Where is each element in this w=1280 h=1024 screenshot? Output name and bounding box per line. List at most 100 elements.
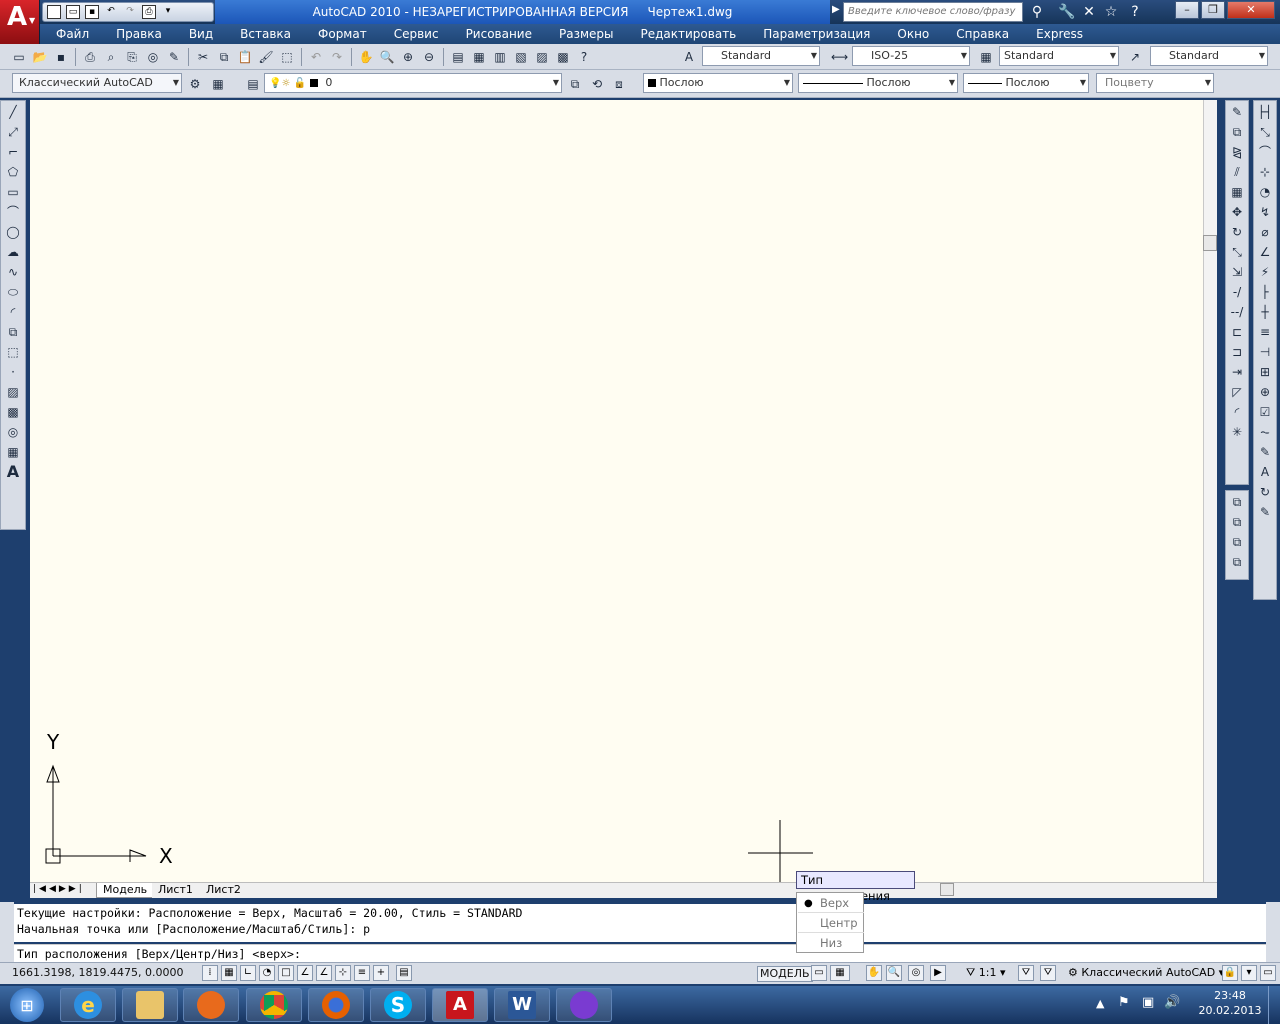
layer-states-icon[interactable]: ⧈ (610, 75, 628, 93)
layer-select[interactable]: 💡☼ 🔓 0 ▼ (264, 73, 562, 93)
annotation-visibility-icon[interactable]: ⛛ (1018, 965, 1034, 981)
polyline-icon[interactable]: ⌐ (4, 143, 22, 161)
color-control-select[interactable]: Послою ▼ (643, 73, 793, 93)
snap-mode-icon[interactable]: ⁞ (202, 965, 218, 981)
taskbar-media-player[interactable] (183, 988, 239, 1022)
selection-cycling-icon[interactable]: ▤ (396, 965, 412, 981)
dimension-update-icon[interactable]: ↻ (1256, 483, 1274, 501)
help-icon[interactable]: ? (575, 48, 593, 66)
taskbar-skype[interactable]: S (370, 988, 426, 1022)
ellipse-icon[interactable]: ⬭ (4, 283, 22, 301)
pan-icon[interactable]: ✋ (357, 48, 375, 66)
menu-dimension[interactable]: Размеры (543, 27, 625, 41)
region-icon[interactable]: ◎ (4, 423, 22, 441)
menu-view[interactable]: Вид (173, 27, 224, 41)
break-at-point-icon[interactable]: ⊏ (1228, 323, 1246, 341)
command-window-scrollbar[interactable] (1266, 902, 1280, 964)
menu-insert[interactable]: Вставка (224, 27, 302, 41)
plot-preview-icon[interactable]: ⌕ (102, 48, 120, 66)
spline-icon[interactable]: ∿ (4, 263, 22, 281)
table-icon[interactable]: ▦ (4, 443, 22, 461)
block-editor-icon[interactable]: ⬚ (278, 48, 296, 66)
open-file-icon[interactable]: ▭ (66, 5, 80, 19)
status-tray-menu-icon[interactable]: ▾ (1241, 965, 1257, 981)
model-space-button[interactable]: МОДЕЛЬ (757, 966, 813, 982)
show-desktop-button[interactable] (1268, 986, 1280, 1024)
dynamic-input-icon[interactable]: ⊹ (335, 965, 351, 981)
ellipse-arc-icon[interactable]: ◜ (4, 303, 22, 321)
zoom-window-icon[interactable]: ⊕ (399, 48, 417, 66)
dimension-style-select[interactable]: ISO-25 ▼ (852, 46, 970, 66)
minimize-button[interactable]: – (1175, 1, 1199, 19)
radius-icon[interactable]: ◔ (1256, 183, 1274, 201)
ortho-mode-icon[interactable]: ∟ (240, 965, 256, 981)
insert-block-icon[interactable]: ⧉ (4, 323, 22, 341)
zoom-previous-icon[interactable]: ⊖ (420, 48, 438, 66)
revision-cloud-icon[interactable]: ☁ (4, 243, 22, 261)
copy-icon[interactable]: ⧉ (215, 48, 233, 66)
make-block-icon[interactable]: ⬚ (4, 343, 22, 361)
pan-icon[interactable]: ✋ (866, 965, 882, 981)
publish-icon[interactable]: ⎘ (123, 48, 141, 66)
layer-properties-icon[interactable]: ▤ (244, 75, 262, 93)
array-icon[interactable]: ▦ (1228, 183, 1246, 201)
taskbar-word[interactable]: W (494, 988, 550, 1022)
option-top[interactable]: ● Верх (798, 894, 864, 913)
bring-to-front-icon[interactable]: ⧉ (1228, 493, 1246, 511)
erase-icon[interactable]: ✎ (1228, 103, 1246, 121)
workspace-select[interactable]: Классический AutoCAD ▼ (12, 73, 182, 93)
multileader-style-icon[interactable]: ↗ (1126, 48, 1144, 66)
taskbar-chrome[interactable] (246, 988, 302, 1022)
option-center[interactable]: Центр (798, 914, 864, 933)
circle-icon[interactable]: ◯ (4, 223, 22, 241)
quick-dimension-icon[interactable]: ⚡ (1256, 263, 1274, 281)
close-button[interactable]: ✕ (1227, 1, 1275, 19)
gradient-icon[interactable]: ▩ (4, 403, 22, 421)
search-expand-icon[interactable]: ▶ (832, 4, 840, 15)
search-input[interactable]: Введите ключевое слово/фразу (843, 2, 1023, 22)
menu-parametric[interactable]: Параметризация (747, 27, 881, 41)
workspace-settings-icon[interactable]: ⚙ (186, 75, 204, 93)
line-icon[interactable]: ╱ (4, 103, 22, 121)
multileader-style-select[interactable]: Standard ▼ (1150, 46, 1268, 66)
start-button[interactable]: ⊞ (4, 986, 50, 1024)
fillet-icon[interactable]: ◜ (1228, 403, 1246, 421)
match-properties-icon[interactable]: 🖌 (257, 48, 275, 66)
command-window-grip[interactable] (0, 902, 14, 964)
break-icon[interactable]: ⊐ (1228, 343, 1246, 361)
send-to-back-icon[interactable]: ⧉ (1228, 513, 1246, 531)
join-icon[interactable]: ⇥ (1228, 363, 1246, 381)
quick-view-layouts-icon[interactable]: ▭ (811, 965, 827, 981)
save-icon[interactable]: ▪ (85, 5, 99, 19)
explode-icon[interactable]: ✳ (1228, 423, 1246, 441)
open-icon[interactable]: 📂 (31, 48, 49, 66)
plotstyle-control-select[interactable]: Поцвету ▼ (1096, 73, 1214, 93)
showmotion-icon[interactable]: ▶ (930, 965, 946, 981)
markup-icon[interactable]: ▨ (533, 48, 551, 66)
menu-file[interactable]: Файл (40, 27, 100, 41)
stretch-icon[interactable]: ⇲ (1228, 263, 1246, 281)
dimension-break-icon[interactable]: ⊣ (1256, 343, 1274, 361)
construction-line-icon[interactable]: ⤢ (4, 123, 22, 141)
copy-object-icon[interactable]: ⧉ (1228, 123, 1246, 141)
3d-dwf-icon[interactable]: ◎ (144, 48, 162, 66)
print-icon[interactable]: ⎙ (142, 5, 156, 19)
move-icon[interactable]: ✥ (1228, 203, 1246, 221)
menu-modify[interactable]: Редактировать (625, 27, 748, 41)
hatch-icon[interactable]: ▨ (4, 383, 22, 401)
layer-previous-icon[interactable]: ⟲ (588, 75, 606, 93)
polar-tracking-icon[interactable]: ◔ (259, 965, 275, 981)
vertical-scroll-thumb[interactable] (1203, 235, 1217, 251)
tab-navigation-icon[interactable]: |◀◀▶▶| (33, 884, 85, 894)
object-snap-icon[interactable]: □ (278, 965, 294, 981)
new-icon[interactable]: ▭ (10, 48, 28, 66)
continue-icon[interactable]: ┼ (1256, 303, 1274, 321)
coordinates-display[interactable]: 1661.3198, 1819.4475, 0.0000 (12, 966, 183, 980)
tab-layout2[interactable]: Лист2 (200, 883, 247, 898)
paste-icon[interactable]: 📋 (236, 48, 254, 66)
jogged-icon[interactable]: ↯ (1256, 203, 1274, 221)
tab-model[interactable]: Модель (96, 883, 155, 898)
table-style-icon[interactable]: ▦ (977, 48, 995, 66)
lineweight-toggle-icon[interactable]: ≡ (354, 965, 370, 981)
allow-dynamic-ucs-icon[interactable]: ∠ (316, 965, 332, 981)
